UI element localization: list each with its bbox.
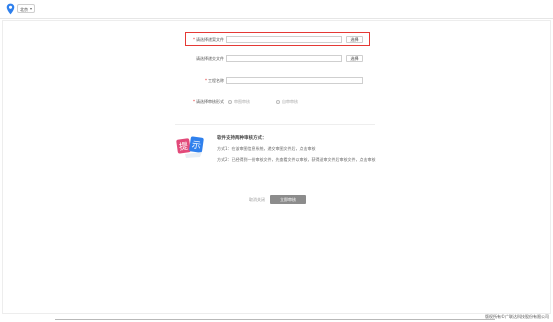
choose-review-file-button[interactable]: 选择 [346, 36, 363, 43]
tip-badge-icon: 提 示 [176, 136, 204, 158]
field-review-type-label-text: 请选择审核形式 [196, 99, 224, 104]
radio-circle-icon [276, 99, 280, 104]
tip-method-2: 方式2：已经得到一份审核文件，先查看文件以审核，获得送审文件后审核文件，点击审核 [217, 157, 376, 162]
radio-option-1-label: 审图审核 [234, 99, 250, 104]
chevron-down-icon [30, 8, 32, 10]
field-review-type-label: *请选择审核形式 [193, 99, 224, 104]
tip-title: 软件支持两种审核方式： [217, 136, 267, 141]
field-review-file-label-text: 请选择递案文件 [196, 37, 224, 42]
tip-badge-char-1: 提 [178, 141, 188, 153]
choose-submit-file-button[interactable]: 选择 [346, 55, 363, 62]
radio-option-2[interactable]: 自审审核 [276, 99, 298, 104]
tip-method-1: 方式1：在该审图信息系统，递交审图文件后，点击审核 [217, 146, 316, 151]
city-select-value: 北京 [20, 7, 28, 12]
submit-review-button[interactable]: 立即审核 [270, 195, 306, 204]
field-submit-file-label: 请选择递交文件 [189, 55, 224, 62]
main-card [2, 20, 551, 314]
city-select[interactable]: 北京 [17, 4, 35, 13]
radio-option-2-label: 自审审核 [282, 99, 298, 104]
field-project-name-label: *工程名称 [205, 78, 224, 83]
review-file-input[interactable] [226, 36, 342, 43]
map-pin-icon [6, 3, 15, 15]
submit-file-input[interactable] [226, 55, 342, 62]
top-bar: 北京 [0, 0, 553, 19]
divider [175, 124, 375, 125]
tip-badge-char-2: 示 [191, 140, 201, 151]
radio-circle-icon [228, 99, 232, 104]
field-project-name-label-text: 工程名称 [208, 78, 224, 83]
horizontal-scrollbar[interactable] [55, 319, 495, 320]
project-name-input[interactable] [226, 77, 363, 84]
radio-option-1[interactable]: 审图审核 [228, 99, 250, 104]
cancel-button[interactable]: 取消关闭 [244, 195, 270, 204]
field-review-file-label: *请选择递案文件 [193, 37, 224, 42]
field-submit-file-label-text: 请选择递交文件 [196, 56, 224, 61]
